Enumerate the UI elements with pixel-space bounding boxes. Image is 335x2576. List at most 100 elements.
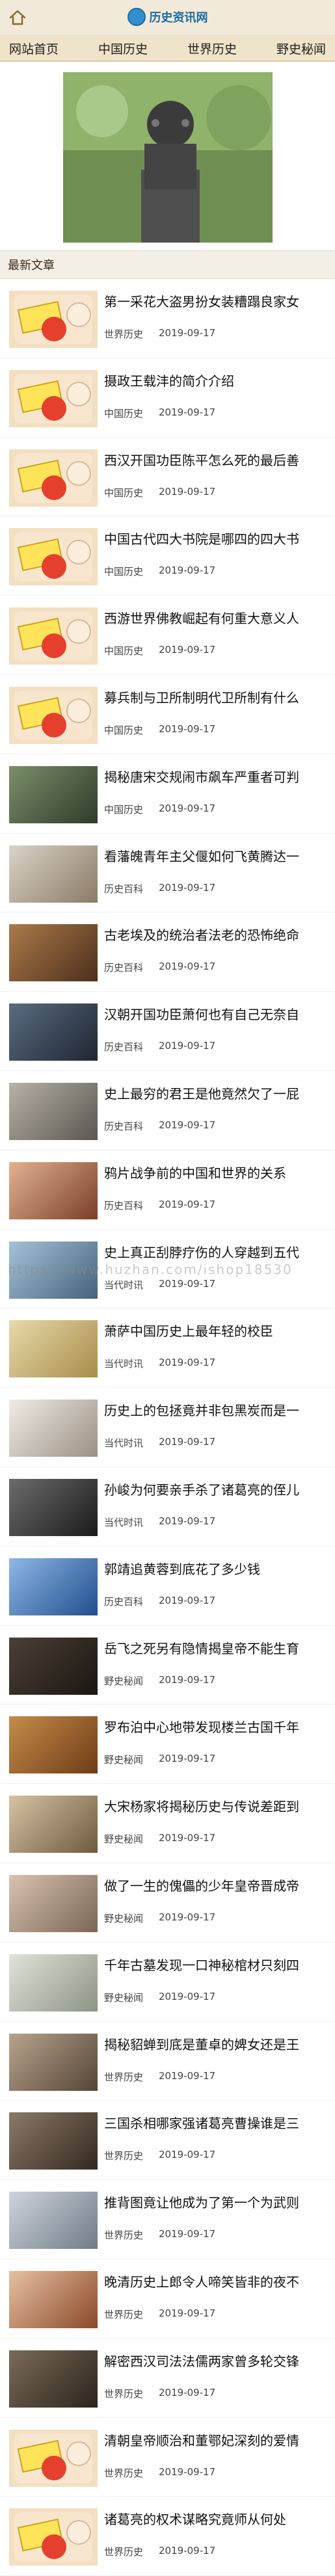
article-item[interactable]: 推背图竟让他成为了第一个为武则 世界历史 2019-09-17 <box>0 2180 335 2259</box>
article-title[interactable]: 岳飞之死另有隐情揭皇帝不能生育 <box>104 1640 335 1657</box>
article-thumbnail[interactable] <box>9 1796 98 1853</box>
article-thumbnail[interactable] <box>9 1003 98 1061</box>
article-title[interactable]: 千年古墓发现一口神秘棺材只刻四 <box>104 1957 335 1974</box>
article-category[interactable]: 野史秘闻 <box>104 1911 143 1925</box>
article-thumbnail[interactable] <box>9 1478 98 1536</box>
article-category[interactable]: 历史百科 <box>104 1595 143 1608</box>
article-category[interactable]: 世界历史 <box>104 2466 143 2480</box>
article-item[interactable]: 揭秘唐宋交规闹市飙车严重者可判 中国历史 2019-09-17 <box>0 754 335 834</box>
article-item[interactable]: 三国杀相哪家强诸葛亮曹操谁是三 世界历史 2019-09-17 <box>0 2101 335 2181</box>
article-item[interactable]: 西游世界佛教崛起有何重大意义人 中国历史 2019-09-17 <box>0 596 335 675</box>
article-category[interactable]: 世界历史 <box>104 2149 143 2162</box>
article-thumbnail[interactable] <box>9 2350 98 2408</box>
article-thumbnail[interactable] <box>9 1162 98 1219</box>
article-title[interactable]: 揭秘貂蝉到底是董卓的婢女还是王 <box>104 2036 335 2053</box>
article-item[interactable]: 晚清历史上郎令人啼笑皆非的夜不 世界历史 2019-09-17 <box>0 2259 335 2339</box>
article-title[interactable]: 历史上的包拯竟并非包黑炭而是一 <box>104 1402 335 1419</box>
article-category[interactable]: 历史百科 <box>104 1199 143 1212</box>
article-title[interactable]: 古老埃及的统治者法老的恐怖绝命 <box>104 927 335 944</box>
article-category[interactable]: 野史秘闻 <box>104 1753 143 1766</box>
article-item[interactable]: 史上真正刮脖疗伤的人穿越到五代 当代时讯 2019-09-17 <box>0 1230 335 1309</box>
article-thumbnail[interactable] <box>9 2192 98 2250</box>
article-category[interactable]: 当代时讯 <box>104 1515 143 1529</box>
article-category[interactable]: 历史百科 <box>104 961 143 974</box>
article-title[interactable]: 萧萨中国历史上最年轻的校臣 <box>104 1323 335 1340</box>
article-category[interactable]: 野史秘闻 <box>104 1674 143 1688</box>
article-item[interactable]: 清朝皇帝顺治和董鄂妃深刻的爱情 世界历史 2019-09-17 <box>0 2418 335 2497</box>
article-category[interactable]: 中国历史 <box>104 406 143 420</box>
article-category[interactable]: 世界历史 <box>104 2228 143 2242</box>
article-thumbnail-placeholder[interactable] <box>9 528 98 586</box>
article-item[interactable]: 解密西汉司法法儒两家曾多轮交锋 世界历史 2019-09-17 <box>0 2339 335 2418</box>
article-item[interactable]: 大宋杨家将揭秘历史与传说差距到 野史秘闻 2019-09-17 <box>0 1784 335 1863</box>
article-item[interactable]: 郭靖追黄蓉到底花了多少钱 历史百科 2019-09-17 <box>0 1547 335 1626</box>
article-item[interactable]: 诸葛亮的权术谋略究竟师从何处 世界历史 2019-09-17 <box>0 2497 335 2576</box>
article-title[interactable]: 大宋杨家将揭秘历史与传说差距到 <box>104 1798 335 1815</box>
article-item[interactable]: 历史上的包拯竟并非包黑炭而是一 当代时讯 2019-09-17 <box>0 1388 335 1467</box>
article-thumbnail[interactable] <box>9 1954 98 2012</box>
article-item[interactable]: 摄政王载沣的简介介绍 中国历史 2019-09-17 <box>0 358 335 438</box>
article-category[interactable]: 当代时讯 <box>104 1436 143 1450</box>
site-brand[interactable]: 历史资讯网 <box>0 8 335 26</box>
article-thumbnail[interactable] <box>9 765 98 823</box>
article-thumbnail[interactable] <box>9 1320 98 1378</box>
article-thumbnail-placeholder[interactable] <box>9 607 98 665</box>
article-thumbnail-placeholder[interactable] <box>9 2508 98 2566</box>
article-category[interactable]: 历史百科 <box>104 1040 143 1054</box>
article-title[interactable]: 晚清历史上郎令人啼笑皆非的夜不 <box>104 2274 335 2291</box>
article-title[interactable]: 揭秘唐宋交规闹市飙车严重者可判 <box>104 769 335 786</box>
article-item[interactable]: 募兵制与卫所制明代卫所制有什么 中国历史 2019-09-17 <box>0 675 335 754</box>
article-item[interactable]: 千年古墓发现一口神秘棺材只刻四 野史秘闻 2019-09-17 <box>0 1943 335 2022</box>
article-category[interactable]: 世界历史 <box>104 2070 143 2084</box>
article-title[interactable]: 看藩魄青年主父偃如何飞黄腾达一 <box>104 848 335 865</box>
article-category[interactable]: 世界历史 <box>104 327 143 341</box>
article-category[interactable]: 野史秘闻 <box>104 1832 143 1846</box>
article-thumbnail[interactable] <box>9 1716 98 1774</box>
article-title[interactable]: 孙峻为何要亲手杀了诸葛亮的侄儿 <box>104 1481 335 1498</box>
banner-image[interactable] <box>62 72 273 243</box>
article-item[interactable]: 看藩魄青年主父偃如何飞黄腾达一 历史百科 2019-09-17 <box>0 834 335 913</box>
article-thumbnail[interactable] <box>9 845 98 903</box>
nav-item-chinese-history[interactable]: 中国历史 <box>94 36 152 61</box>
article-category[interactable]: 中国历史 <box>104 644 143 657</box>
article-item[interactable]: 揭秘貂蝉到底是董卓的婢女还是王 世界历史 2019-09-17 <box>0 2022 335 2101</box>
article-thumbnail[interactable] <box>9 1874 98 1932</box>
article-title[interactable]: 做了一生的傀儡的少年皇帝晋成帝 <box>104 1878 335 1894</box>
article-title[interactable]: 鸦片战争前的中国和世界的关系 <box>104 1165 335 1182</box>
article-item[interactable]: 岳飞之死另有隐情揭皇帝不能生育 野史秘闻 2019-09-17 <box>0 1626 335 1705</box>
article-thumbnail-placeholder[interactable] <box>9 2429 98 2487</box>
article-category[interactable]: 中国历史 <box>104 723 143 737</box>
article-title[interactable]: 摄政王载沣的简介介绍 <box>104 373 335 390</box>
article-thumbnail[interactable] <box>9 1082 98 1140</box>
article-category[interactable]: 当代时讯 <box>104 1278 143 1292</box>
article-item[interactable]: 古老埃及的统治者法老的恐怖绝命 历史百科 2019-09-17 <box>0 912 335 992</box>
article-title[interactable]: 三国杀相哪家强诸葛亮曹操谁是三 <box>104 2115 335 2132</box>
nav-item-world-history[interactable]: 世界历史 <box>183 36 241 61</box>
article-item[interactable]: 中国古代四大书院是哪四的四大书 中国历史 2019-09-17 <box>0 516 335 596</box>
article-title[interactable]: 解密西汉司法法儒两家曾多轮交锋 <box>104 2353 335 2370</box>
article-thumbnail[interactable] <box>9 2112 98 2170</box>
article-title[interactable]: 第一采花大盗男扮女装糟蹋良家女 <box>104 293 335 310</box>
article-thumbnail-placeholder[interactable] <box>9 291 98 348</box>
article-title[interactable]: 中国古代四大书院是哪四的四大书 <box>104 531 335 548</box>
article-category[interactable]: 中国历史 <box>104 564 143 578</box>
article-item[interactable]: 西汉开国功臣陈平怎么死的最后善 中国历史 2019-09-17 <box>0 438 335 517</box>
article-item[interactable]: 孙峻为何要亲手杀了诸葛亮的侄儿 当代时讯 2019-09-17 <box>0 1467 335 1547</box>
article-thumbnail[interactable] <box>9 2270 98 2328</box>
article-category[interactable]: 当代时讯 <box>104 1357 143 1370</box>
article-title[interactable]: 汉朝开国功臣萧何也有自己无奈自 <box>104 1006 335 1023</box>
article-title[interactable]: 西游世界佛教崛起有何重大意义人 <box>104 610 335 627</box>
article-category[interactable]: 历史百科 <box>104 882 143 896</box>
article-category[interactable]: 野史秘闻 <box>104 1991 143 2004</box>
article-thumbnail-placeholder[interactable] <box>9 449 98 507</box>
article-item[interactable]: 汉朝开国功臣萧何也有自己无奈自 历史百科 2019-09-17 <box>0 992 335 1071</box>
nav-item-home[interactable]: 网站首页 <box>5 36 62 61</box>
article-thumbnail-placeholder[interactable] <box>9 369 98 427</box>
article-thumbnail[interactable] <box>9 1637 98 1695</box>
article-title[interactable]: 罗布泊中心地带发现楼兰古国千年 <box>104 1719 335 1736</box>
article-thumbnail[interactable] <box>9 2033 98 2091</box>
article-title[interactable]: 史上最穷的君王是他竟然欠了一屁 <box>104 1085 335 1102</box>
article-category[interactable]: 中国历史 <box>104 486 143 499</box>
article-category[interactable]: 世界历史 <box>104 2387 143 2400</box>
article-category[interactable]: 世界历史 <box>104 2545 143 2558</box>
